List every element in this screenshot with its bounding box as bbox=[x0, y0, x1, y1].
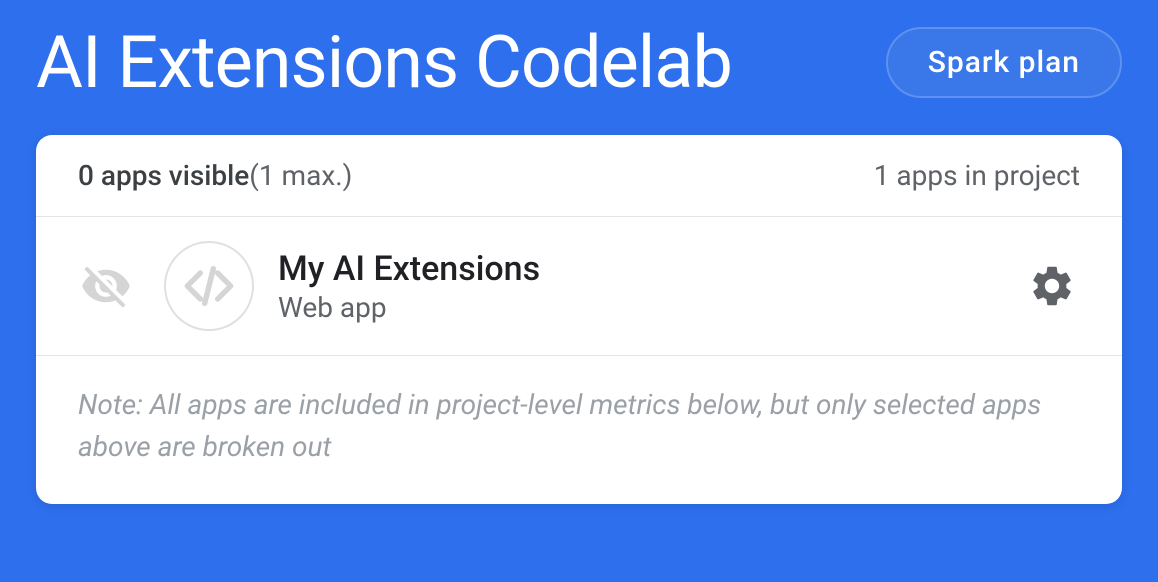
app-name: My AI Extensions bbox=[278, 249, 1024, 289]
gear-icon[interactable] bbox=[1024, 258, 1080, 314]
apps-card: 0 apps visible(1 max.) 1 apps in project… bbox=[36, 135, 1122, 504]
code-icon bbox=[164, 241, 254, 331]
apps-visible-count: 0 apps visible(1 max.) bbox=[78, 159, 352, 192]
app-row: My AI Extensions Web app bbox=[36, 217, 1122, 356]
app-type: Web app bbox=[278, 291, 1024, 324]
visibility-off-icon[interactable] bbox=[78, 258, 134, 314]
apps-visible-max: (1 max.) bbox=[249, 159, 352, 192]
plan-button[interactable]: Spark plan bbox=[886, 27, 1122, 98]
app-info: My AI Extensions Web app bbox=[278, 249, 1024, 324]
page-header: AI Extensions Codelab Spark plan bbox=[0, 0, 1158, 135]
project-title: AI Extensions Codelab bbox=[36, 20, 732, 105]
note-section: Note: All apps are included in project-l… bbox=[36, 356, 1122, 504]
apps-visible-bold: 0 apps visible bbox=[78, 159, 249, 192]
apps-in-project: 1 apps in project bbox=[874, 159, 1080, 192]
note-text: Note: All apps are included in project-l… bbox=[78, 384, 1080, 468]
card-header: 0 apps visible(1 max.) 1 apps in project bbox=[36, 135, 1122, 217]
